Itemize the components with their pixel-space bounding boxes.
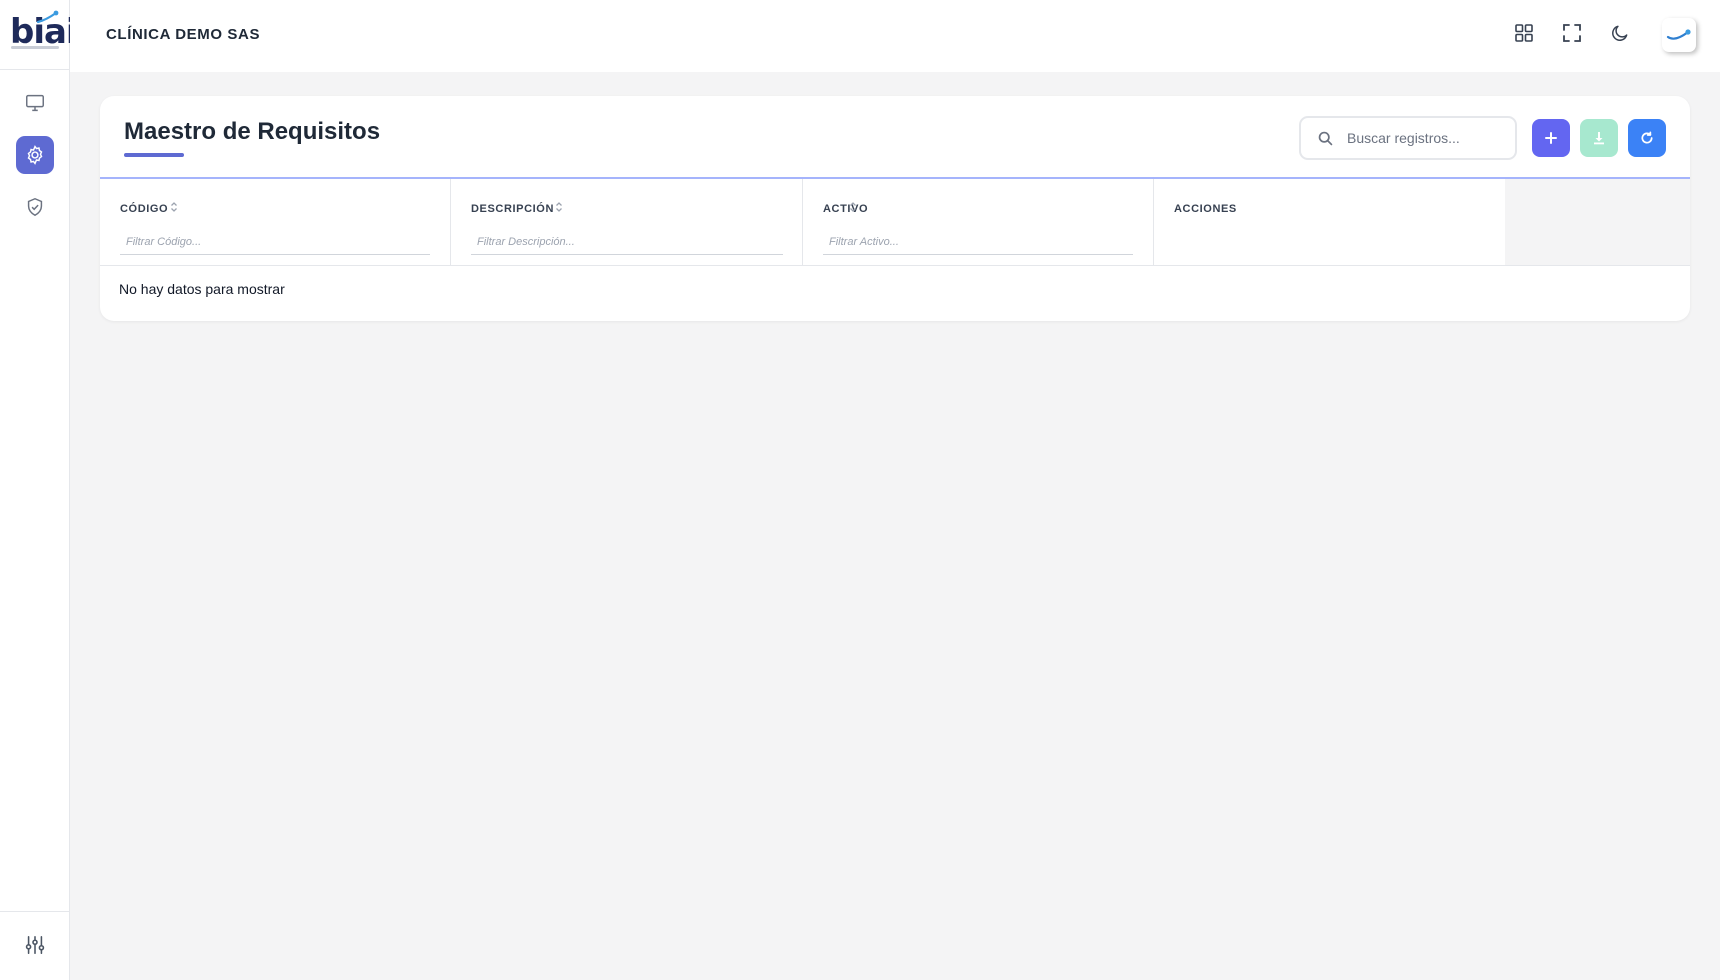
organization-name: CLÍNICA DEMO SAS	[106, 26, 261, 43]
top-header: CLÍNICA DEMO SAS	[70, 0, 1720, 72]
sidebar-item-preferences[interactable]	[16, 926, 54, 964]
filter-activo-input[interactable]	[823, 229, 1133, 255]
sort-icon[interactable]	[555, 201, 563, 213]
fullscreen-icon	[1563, 24, 1581, 42]
sort-icon[interactable]	[849, 201, 857, 213]
search-box[interactable]	[1299, 116, 1517, 160]
column-activo: ACTIVO	[803, 179, 1154, 266]
theme-toggle-button[interactable]	[1608, 21, 1632, 45]
column-header-acciones: ACCIONES	[1174, 203, 1237, 215]
monitor-icon	[26, 94, 44, 112]
column-codigo: CÓDIGO	[100, 179, 451, 266]
column-acciones: ACCIONES	[1154, 179, 1505, 266]
grid-icon	[1515, 24, 1533, 42]
fullscreen-button[interactable]	[1560, 21, 1584, 45]
search-icon	[1318, 131, 1333, 146]
add-record-button[interactable]	[1532, 119, 1570, 157]
sidebar: biai	[0, 0, 78, 980]
column-header-descripcion[interactable]: DESCRIPCIÓN	[471, 203, 554, 215]
export-button[interactable]	[1580, 119, 1618, 157]
shield-check-icon	[27, 197, 43, 217]
logo[interactable]: biai	[0, 0, 78, 70]
sidebar-item-dashboard[interactable]	[16, 84, 54, 122]
column-descripcion: DESCRIPCIÓN	[451, 179, 803, 266]
sidebar-item-settings[interactable]	[16, 136, 54, 174]
apps-grid-button[interactable]	[1512, 21, 1536, 45]
user-avatar-button[interactable]	[1662, 18, 1696, 52]
filter-descripcion-input[interactable]	[471, 229, 783, 255]
download-icon	[1594, 132, 1604, 145]
logo-swoosh-icon	[36, 10, 59, 24]
table-header-border	[100, 265, 1690, 266]
sliders-icon	[25, 935, 45, 955]
logo-tagline	[11, 46, 59, 49]
gear-icon	[27, 145, 43, 165]
page-title: Maestro de Requisitos	[124, 118, 381, 145]
title-accent	[124, 153, 184, 157]
column-filler	[1505, 179, 1690, 266]
brand-swoosh-icon	[1666, 29, 1691, 40]
refresh-button[interactable]	[1628, 119, 1666, 157]
filter-codigo-input[interactable]	[120, 229, 430, 255]
requirements-card: Maestro de Requisitos CÓDIGO	[100, 96, 1690, 321]
sidebar-item-security[interactable]	[16, 188, 54, 226]
sidebar-footer	[0, 911, 70, 980]
plus-icon	[1545, 132, 1557, 144]
moon-icon	[1612, 25, 1628, 41]
refresh-icon	[1641, 131, 1653, 144]
sort-icon[interactable]	[170, 201, 178, 213]
column-header-activo[interactable]: ACTIVO	[823, 203, 868, 215]
empty-table-message: No hay datos para mostrar	[119, 281, 285, 297]
search-input[interactable]	[1347, 126, 1507, 150]
column-header-codigo[interactable]: CÓDIGO	[120, 203, 168, 215]
